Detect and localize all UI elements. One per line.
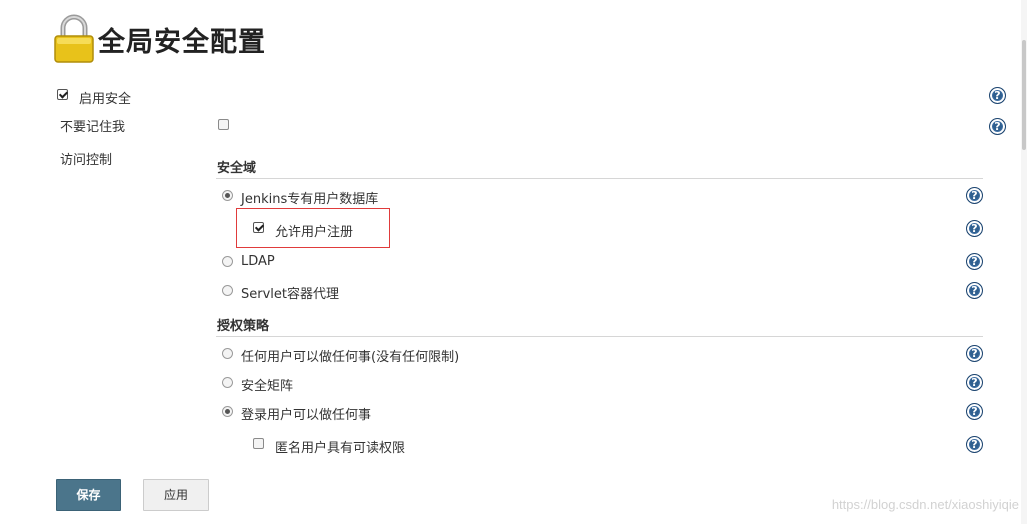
allow-signup-label: 允许用户注册 — [275, 225, 354, 240]
anonymous-read-checkbox[interactable] — [253, 438, 264, 449]
lock-icon — [54, 14, 94, 63]
auth-loggedin-radio[interactable] — [222, 406, 233, 417]
realm-servlet-radio[interactable] — [222, 285, 233, 296]
apply-button[interactable]: 应用 — [143, 479, 209, 511]
auth-anyone-radio[interactable] — [222, 348, 233, 359]
authorization-heading: 授权策略 — [217, 319, 270, 334]
anonymous-read-label: 匿名用户具有可读权限 — [275, 441, 406, 456]
realm-jenkins-label: Jenkins专有用户数据库 — [241, 192, 379, 207]
page-title: 全局安全配置 — [98, 27, 266, 58]
realm-ldap-radio[interactable] — [222, 256, 233, 267]
help-icon[interactable]: ? — [989, 87, 1006, 104]
section-divider — [216, 178, 983, 179]
realm-servlet-label: Servlet容器代理 — [241, 287, 339, 302]
auth-loggedin-label: 登录用户可以做任何事 — [241, 408, 372, 423]
help-icon[interactable]: ? — [966, 282, 983, 299]
help-icon[interactable]: ? — [966, 253, 983, 270]
enable-security-checkbox[interactable] — [57, 89, 68, 100]
realm-jenkins-radio[interactable] — [222, 190, 233, 201]
disable-remember-me-checkbox[interactable] — [218, 119, 229, 130]
help-icon[interactable]: ? — [966, 187, 983, 204]
scrollbar-thumb[interactable] — [1022, 40, 1026, 150]
section-divider — [216, 336, 983, 337]
allow-signup-checkbox[interactable] — [253, 222, 264, 233]
help-icon[interactable]: ? — [966, 345, 983, 362]
auth-matrix-label: 安全矩阵 — [241, 379, 294, 394]
help-icon[interactable]: ? — [989, 118, 1006, 135]
disable-remember-me-label: 不要记住我 — [60, 120, 126, 135]
auth-anyone-label: 任何用户可以做任何事(没有任何限制) — [241, 350, 460, 365]
enable-security-label: 启用安全 — [79, 92, 132, 107]
help-icon[interactable]: ? — [966, 436, 983, 453]
help-icon[interactable]: ? — [966, 220, 983, 237]
scrollbar[interactable] — [1021, 0, 1027, 524]
security-realm-heading: 安全域 — [217, 161, 257, 176]
auth-matrix-radio[interactable] — [222, 377, 233, 388]
watermark: https://blog.csdn.net/xiaoshiyiqie — [831, 497, 1019, 512]
help-icon[interactable]: ? — [966, 403, 983, 420]
save-button[interactable]: 保存 — [56, 479, 121, 511]
help-icon[interactable]: ? — [966, 374, 983, 391]
access-control-label: 访问控制 — [60, 153, 113, 168]
realm-ldap-label: LDAP — [241, 254, 275, 269]
